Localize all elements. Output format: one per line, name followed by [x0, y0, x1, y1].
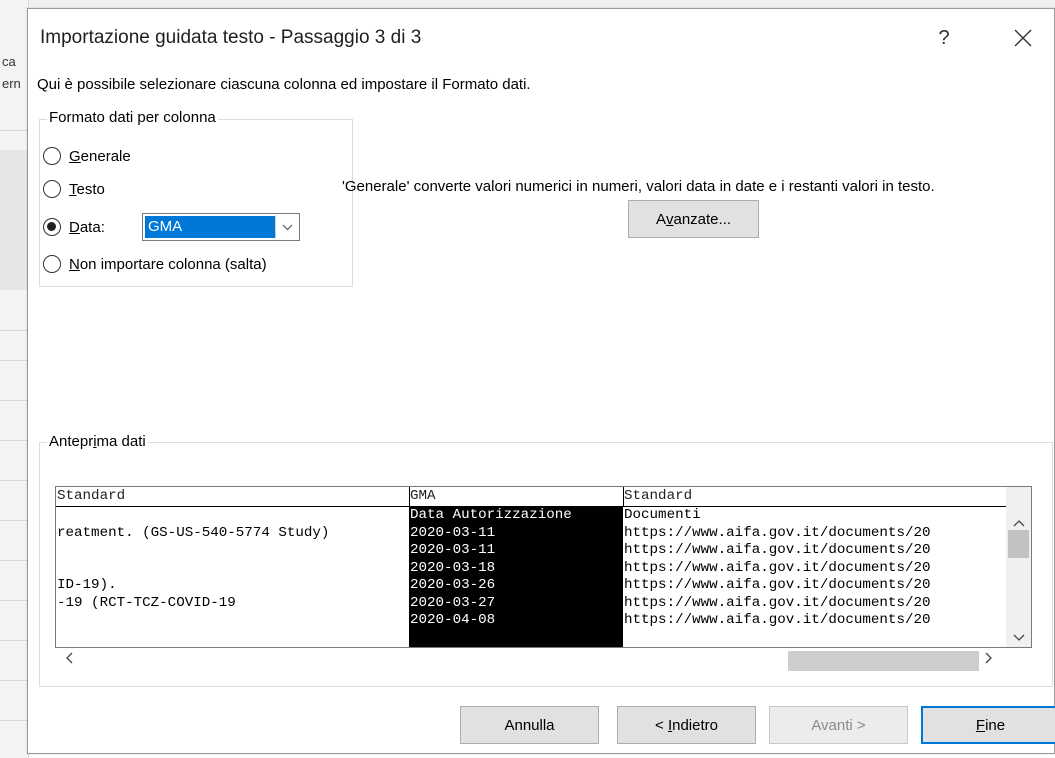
preview-cell: Documenti [624, 507, 701, 523]
text-import-wizard-dialog: Importazione guidata testo - Passaggio 3… [27, 8, 1055, 754]
back-button[interactable]: < Indietro [617, 706, 756, 744]
preview-cell: https://www.aifa.gov.it/documents/20 [624, 577, 931, 593]
vertical-scrollbar[interactable] [1006, 487, 1031, 647]
radio-label: Non importare colonna (salta) [69, 255, 267, 273]
dialog-title: Importazione guidata testo - Passaggio 3… [40, 27, 422, 48]
date-format-value: GMA [145, 216, 276, 238]
background-text: ern [2, 76, 21, 91]
column-header[interactable]: GMA [409, 487, 623, 507]
radio-button[interactable] [43, 255, 61, 273]
close-icon [1014, 29, 1032, 47]
scroll-left-icon[interactable] [65, 650, 73, 668]
preview-cell: 2020-04-08 [410, 612, 496, 628]
data-preview-label: Anteprima dati [47, 433, 148, 450]
preview-cell: https://www.aifa.gov.it/documents/20 [624, 594, 931, 611]
finish-button[interactable]: Fine [921, 706, 1055, 744]
chevron-down-icon[interactable] [275, 215, 298, 239]
preview-column-2-selected[interactable]: GMA Data Autorizzazione 2020-03-11 2020-… [409, 487, 623, 647]
radio-button[interactable] [43, 180, 61, 198]
radio-generale[interactable]: Generale [43, 145, 131, 167]
column-header[interactable]: Standard [56, 487, 409, 507]
help-button[interactable]: ? [924, 21, 964, 55]
preview-cell: 2020-03-27 [410, 594, 496, 611]
column-separator[interactable] [409, 487, 410, 506]
horizontal-scrollbar[interactable] [55, 648, 1007, 673]
instruction-text: Qui è possibile selezionare ciascuna col… [37, 76, 531, 93]
preview-cell [56, 542, 409, 560]
preview-cell: https://www.aifa.gov.it/documents/20 [624, 612, 931, 628]
scroll-right-icon[interactable] [985, 650, 993, 668]
preview-cell: 2020-03-11 [410, 542, 496, 558]
column-format-group-label: Formato dati per colonna [47, 109, 218, 126]
radio-label: Testo [69, 180, 105, 198]
preview-cell [56, 507, 409, 525]
background-text: ca [2, 54, 16, 69]
next-button[interactable]: Avanti > [769, 706, 908, 744]
preview-cell: https://www.aifa.gov.it/documents/20 [624, 524, 931, 541]
preview-column-1[interactable]: Standard reatment. (GS-US-540-5774 Study… [56, 487, 409, 647]
column-header[interactable]: Standard [623, 487, 1007, 507]
scroll-down-icon[interactable] [1006, 630, 1031, 646]
column-separator[interactable] [623, 487, 624, 506]
radio-testo[interactable]: Testo [43, 178, 105, 200]
preview-cell: Data Autorizzazione [410, 507, 572, 523]
preview-cell: 2020-03-26 [410, 577, 496, 593]
preview-cell: -19 (RCT-TCZ-COVID-19 [57, 594, 236, 611]
preview-cell: https://www.aifa.gov.it/documents/20 [624, 559, 931, 576]
horizontal-scroll-thumb[interactable] [788, 651, 979, 671]
preview-cell: reatment. (GS-US-540-5774 Study) [57, 524, 330, 541]
advanced-button[interactable]: Av anzate... [628, 200, 759, 238]
background-excel-strip: ca ern [0, 0, 29, 758]
vertical-scroll-thumb[interactable] [1008, 530, 1029, 558]
preview-cell: https://www.aifa.gov.it/documents/20 [624, 542, 931, 558]
scroll-up-icon[interactable] [1006, 515, 1031, 531]
date-format-select[interactable]: GMA [142, 213, 300, 241]
close-button[interactable] [1003, 21, 1043, 55]
preview-cell: ID-19). [57, 577, 117, 593]
radio-label: Data: [69, 218, 105, 236]
preview-column-3[interactable]: Standard Documenti https://www.aifa.gov.… [623, 487, 1007, 647]
preview-cell: 2020-03-11 [410, 524, 496, 541]
radio-button-selected[interactable] [43, 218, 61, 236]
radio-label: Generale [69, 147, 131, 165]
data-preview-grid[interactable]: Standard reatment. (GS-US-540-5774 Study… [55, 486, 1032, 648]
format-description: 'Generale' converte valori numerici in n… [342, 178, 935, 195]
preview-cell [56, 612, 409, 630]
preview-cell [56, 560, 409, 578]
radio-button[interactable] [43, 147, 61, 165]
preview-cell: 2020-03-18 [410, 559, 496, 576]
radio-non-importare[interactable]: Non importare colonna (salta) [43, 253, 267, 275]
cancel-button[interactable]: Annulla [460, 706, 599, 744]
radio-data[interactable]: Data: [43, 216, 105, 238]
